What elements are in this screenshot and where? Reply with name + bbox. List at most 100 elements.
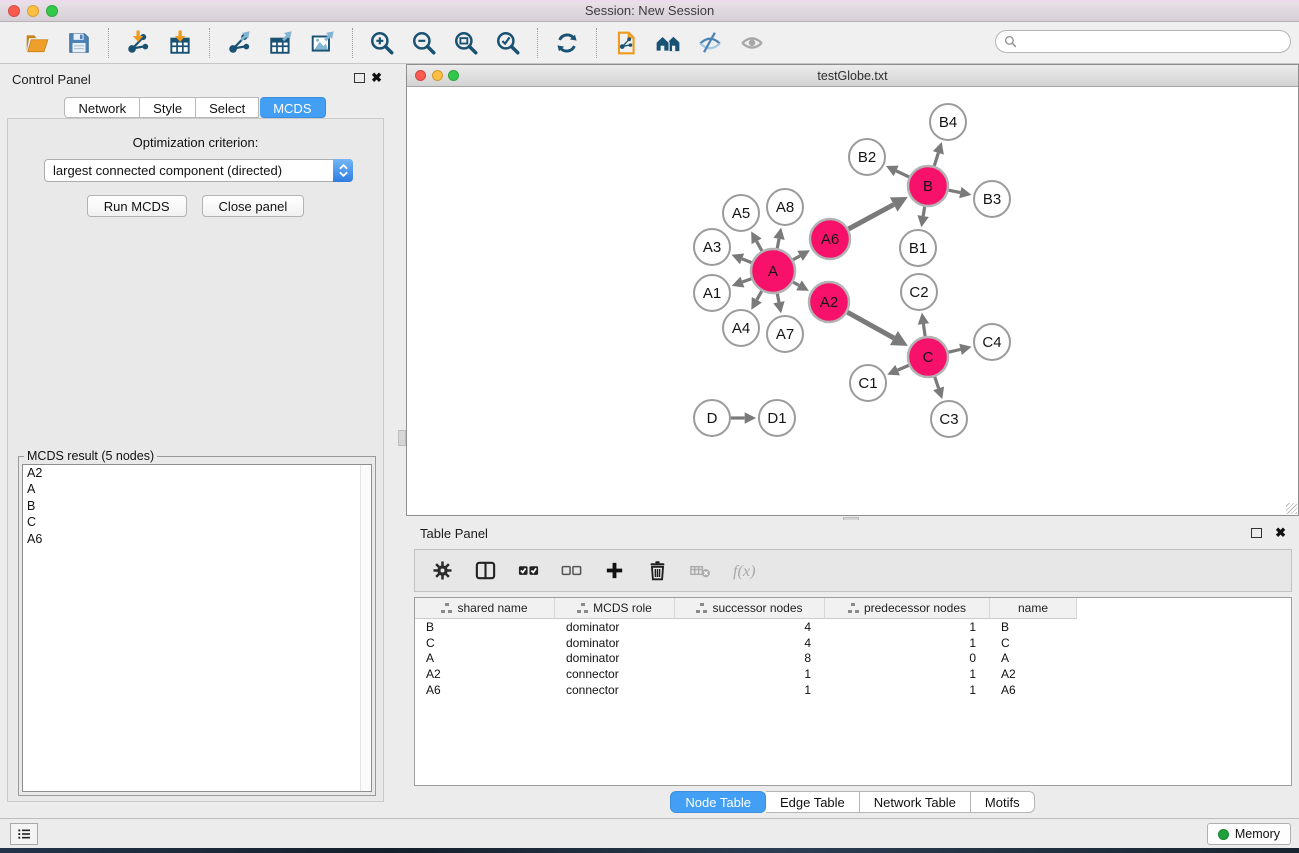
tab-edge-table[interactable]: Edge Table — [766, 791, 860, 813]
mcds-result-item[interactable]: C — [23, 514, 371, 530]
network-canvas[interactable]: B4B2BB3A8A5A6A3B1AA1C2A2A4A7C4CC1C3DD1 — [407, 87, 1298, 512]
scrollbar[interactable] — [360, 465, 371, 791]
tab-network-table[interactable]: Network Table — [860, 791, 971, 813]
save-session-icon[interactable] — [65, 29, 93, 57]
tab-network[interactable]: Network — [64, 97, 140, 118]
export-network-icon[interactable] — [225, 29, 253, 57]
graph-edge-A-A1[interactable] — [732, 277, 752, 288]
task-history-button[interactable] — [10, 823, 38, 845]
column-header-MCDS-role[interactable]: MCDS role — [555, 598, 675, 619]
table-row[interactable]: A6connector11A6 — [415, 682, 1291, 698]
resize-grip[interactable] — [1286, 503, 1297, 514]
graph-edge-B-B2[interactable] — [886, 166, 909, 177]
graph-node-A6[interactable]: A6 — [810, 219, 850, 259]
tab-motifs[interactable]: Motifs — [971, 791, 1035, 813]
open-session-icon[interactable] — [23, 29, 51, 57]
graph-node-B1[interactable]: B1 — [900, 230, 936, 266]
close-panel-icon[interactable]: ✖ — [371, 71, 382, 85]
column-header-successor-nodes[interactable]: successor nodes — [675, 598, 825, 619]
import-table-icon[interactable] — [166, 29, 194, 57]
optimization-dropdown[interactable]: largest connected component (directed) — [44, 159, 353, 182]
graph-node-B4[interactable]: B4 — [930, 104, 966, 140]
network-from-file-icon[interactable] — [612, 29, 640, 57]
graph-node-D1[interactable]: D1 — [759, 400, 795, 436]
graph-node-C[interactable]: C — [908, 337, 948, 377]
search-box[interactable] — [995, 30, 1291, 53]
clear-table-icon[interactable] — [687, 558, 713, 584]
float-panel-icon[interactable] — [354, 73, 365, 83]
graph-node-C1[interactable]: C1 — [850, 365, 886, 401]
column-header-predecessor-nodes[interactable]: predecessor nodes — [825, 598, 990, 619]
graph-edge-A-A4[interactable] — [751, 291, 762, 310]
tab-mcds[interactable]: MCDS — [260, 97, 325, 118]
graph-node-A[interactable]: A — [751, 249, 795, 293]
zoom-out-icon[interactable] — [410, 29, 438, 57]
home-icon[interactable] — [654, 29, 682, 57]
graph-node-A3[interactable]: A3 — [694, 229, 730, 265]
deselect-all-rows-icon[interactable] — [558, 558, 584, 584]
import-network-icon[interactable] — [124, 29, 152, 57]
memory-button[interactable]: Memory — [1207, 823, 1291, 845]
graph-node-A1[interactable]: A1 — [694, 275, 730, 311]
graph-node-B[interactable]: B — [908, 166, 948, 206]
graph-node-B2[interactable]: B2 — [849, 139, 885, 175]
add-column-icon[interactable] — [601, 558, 627, 584]
graph-node-A8[interactable]: A8 — [767, 189, 803, 225]
graph-edge-A-A2[interactable] — [793, 280, 809, 291]
graph-edge-B-B3[interactable] — [949, 187, 972, 198]
graph-edge-A-A7[interactable] — [773, 294, 784, 314]
graph-node-C3[interactable]: C3 — [931, 401, 967, 437]
tab-node-table[interactable]: Node Table — [670, 791, 766, 813]
mcds-result-item[interactable]: A — [23, 481, 371, 497]
close-panel-button[interactable]: Close panel — [202, 195, 305, 217]
apply-function-icon[interactable]: f(x) — [730, 558, 756, 584]
graph-edge-C-C3[interactable] — [933, 377, 944, 399]
table-row[interactable]: Cdominator41C — [415, 635, 1291, 651]
select-all-rows-icon[interactable] — [515, 558, 541, 584]
mcds-result-item[interactable]: A2 — [23, 465, 371, 481]
graph-edge-A2-C[interactable] — [847, 312, 908, 346]
table-row[interactable]: A2connector11A2 — [415, 666, 1291, 682]
tab-style[interactable]: Style — [140, 97, 196, 118]
graph-edge-B-B1[interactable] — [917, 207, 928, 228]
search-input[interactable] — [1022, 33, 1282, 50]
graph-edge-C-C2[interactable] — [918, 313, 929, 336]
graph-node-A5[interactable]: A5 — [723, 195, 759, 231]
vertical-splitter-handle[interactable] — [398, 430, 406, 446]
tab-select[interactable]: Select — [196, 97, 259, 118]
graph-node-C4[interactable]: C4 — [974, 324, 1010, 360]
graph-node-A7[interactable]: A7 — [767, 316, 803, 352]
column-header-name[interactable]: name — [990, 598, 1077, 619]
graph-edge-A-A6[interactable] — [793, 250, 810, 261]
graph-node-A4[interactable]: A4 — [723, 310, 759, 346]
export-table-icon[interactable] — [267, 29, 295, 57]
column-header-shared-name[interactable]: shared name — [415, 598, 555, 619]
graph-edge-C-C4[interactable] — [948, 344, 971, 355]
mcds-result-item[interactable]: B — [23, 498, 371, 514]
graph-edge-C-C1[interactable] — [887, 365, 908, 376]
zoom-fit-icon[interactable] — [452, 29, 480, 57]
graph-edge-A-A5[interactable] — [751, 231, 762, 250]
float-table-panel-icon[interactable] — [1251, 528, 1262, 538]
graph-edge-B-B4[interactable] — [933, 142, 944, 166]
graph-edge-A-A3[interactable] — [732, 253, 752, 264]
graph-edge-D-D1[interactable] — [731, 412, 756, 424]
graph-node-B3[interactable]: B3 — [974, 181, 1010, 217]
hide-graphics-details-icon[interactable] — [696, 29, 724, 57]
table-row[interactable]: Bdominator41B — [415, 619, 1291, 635]
export-image-icon[interactable] — [309, 29, 337, 57]
delete-column-icon[interactable] — [644, 558, 670, 584]
graph-edge-A6-B[interactable] — [848, 197, 907, 229]
mcds-result-list[interactable]: A2ABCA6 — [22, 464, 372, 792]
close-table-panel-icon[interactable]: ✖ — [1275, 526, 1286, 540]
graph-node-A2[interactable]: A2 — [809, 282, 849, 322]
run-mcds-button[interactable]: Run MCDS — [87, 195, 187, 217]
refresh-view-icon[interactable] — [553, 29, 581, 57]
show-graphics-details-icon[interactable] — [738, 29, 766, 57]
graph-node-D[interactable]: D — [694, 400, 730, 436]
column-visibility-icon[interactable] — [472, 558, 498, 584]
mcds-result-item[interactable]: A6 — [23, 531, 371, 547]
zoom-selected-icon[interactable] — [494, 29, 522, 57]
table-row[interactable]: Adominator80A — [415, 651, 1291, 667]
graph-edge-A-A8[interactable] — [773, 228, 784, 249]
